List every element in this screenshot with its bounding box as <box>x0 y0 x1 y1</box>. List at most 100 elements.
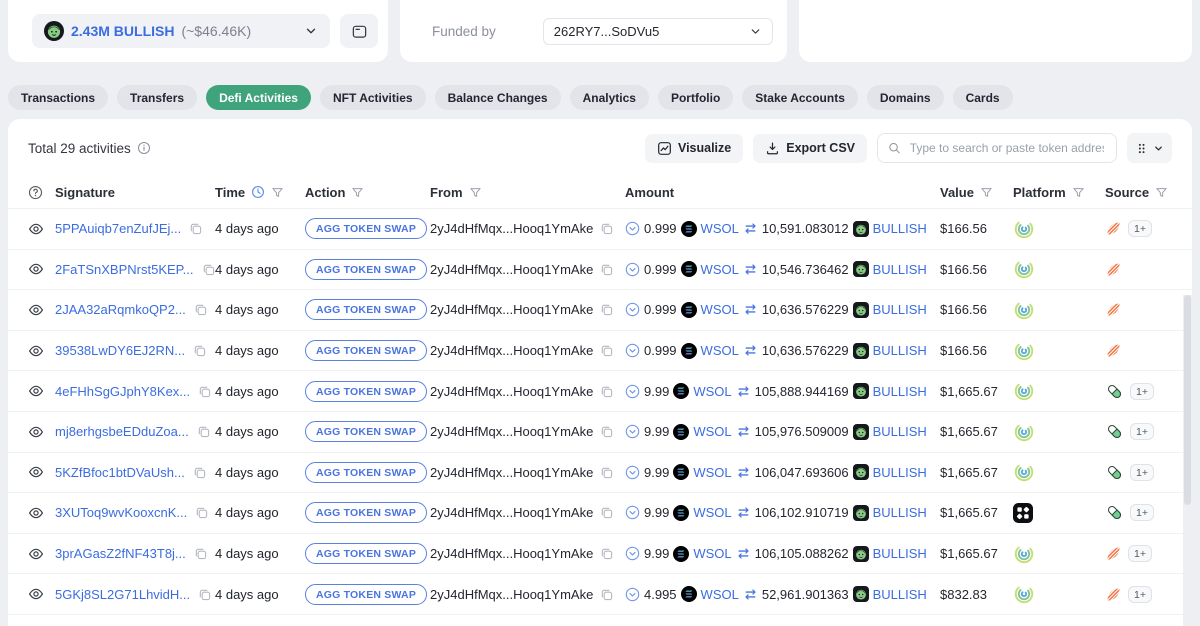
copy-from-button[interactable] <box>600 385 613 398</box>
signature-link[interactable]: 5PPAuiqb7enZufJEj... <box>55 221 181 236</box>
preview-eye-button[interactable] <box>28 302 44 318</box>
export-csv-button[interactable]: Export CSV <box>753 134 867 163</box>
expand-circle-icon[interactable] <box>625 262 640 277</box>
action-badge[interactable]: AGG TOKEN SWAP <box>305 584 427 605</box>
preview-eye-button[interactable] <box>28 221 44 237</box>
token-out-link[interactable]: BULLISH <box>873 546 927 561</box>
question-circle-icon[interactable] <box>28 185 43 200</box>
tab-balance-changes[interactable]: Balance Changes <box>435 85 561 110</box>
source-more-badge[interactable]: 1+ <box>1130 504 1154 521</box>
signature-link[interactable]: 2FaTSnXBPNrst5KEP... <box>55 262 194 277</box>
filter-icon[interactable] <box>271 186 284 199</box>
signature-link[interactable]: 5GKj8SL2G71LhvidH... <box>55 587 190 602</box>
token-in-link[interactable]: WSOL <box>693 505 731 520</box>
token-in-link[interactable]: WSOL <box>701 343 739 358</box>
platform-meteora-icon[interactable] <box>1013 218 1035 240</box>
platform-meteora-icon[interactable] <box>1013 258 1035 280</box>
copy-signature-button[interactable] <box>194 547 207 560</box>
table-scrollbar[interactable] <box>1183 295 1192 626</box>
copy-signature-button[interactable] <box>189 222 202 235</box>
platform-meteora-icon[interactable] <box>1013 421 1035 443</box>
token-in-link[interactable]: WSOL <box>693 424 731 439</box>
action-badge[interactable]: AGG TOKEN SWAP <box>305 259 427 280</box>
copy-signature-button[interactable] <box>193 344 206 357</box>
tab-stake-accounts[interactable]: Stake Accounts <box>742 85 858 110</box>
source-flame-icon[interactable] <box>1105 586 1122 603</box>
token-out-link[interactable]: BULLISH <box>873 221 927 236</box>
token-in-link[interactable]: WSOL <box>701 262 739 277</box>
action-badge[interactable]: AGG TOKEN SWAP <box>305 502 427 523</box>
action-badge[interactable]: AGG TOKEN SWAP <box>305 543 427 564</box>
source-more-badge[interactable]: 1+ <box>1128 545 1152 562</box>
copy-signature-button[interactable] <box>193 466 206 479</box>
signature-link[interactable]: 39538LwDY6EJ2RN... <box>55 343 185 358</box>
action-badge[interactable]: AGG TOKEN SWAP <box>305 299 427 320</box>
preview-eye-button[interactable] <box>28 464 44 480</box>
token-out-link[interactable]: BULLISH <box>873 384 927 399</box>
action-badge[interactable]: AGG TOKEN SWAP <box>305 218 427 239</box>
token-in-link[interactable]: WSOL <box>693 465 731 480</box>
preview-eye-button[interactable] <box>28 261 44 277</box>
source-more-badge[interactable]: 1+ <box>1128 220 1152 237</box>
filter-icon[interactable] <box>469 186 482 199</box>
token-in-link[interactable]: WSOL <box>701 587 739 602</box>
action-badge[interactable]: AGG TOKEN SWAP <box>305 421 427 442</box>
filter-icon[interactable] <box>1072 186 1085 199</box>
token-out-link[interactable]: BULLISH <box>873 302 927 317</box>
funded-by-dropdown[interactable]: 262RY7...SoDVu5 <box>543 18 773 45</box>
platform-meteora-icon[interactable] <box>1013 461 1035 483</box>
tab-transactions[interactable]: Transactions <box>8 85 108 110</box>
source-pill-icon[interactable] <box>1105 503 1124 522</box>
platform-meteora-icon[interactable] <box>1013 543 1035 565</box>
token-out-link[interactable]: BULLISH <box>873 262 927 277</box>
action-badge[interactable]: AGG TOKEN SWAP <box>305 340 427 361</box>
preview-eye-button[interactable] <box>28 383 44 399</box>
tab-transfers[interactable]: Transfers <box>117 85 197 110</box>
source-flame-icon[interactable] <box>1105 545 1122 562</box>
copy-from-button[interactable] <box>600 344 613 357</box>
expand-circle-icon[interactable] <box>625 587 640 602</box>
signature-link[interactable]: 2JAA32aRqmkoQP2... <box>55 302 186 317</box>
column-settings-button[interactable] <box>1127 133 1172 163</box>
copy-from-button[interactable] <box>600 466 613 479</box>
preview-eye-button[interactable] <box>28 505 44 521</box>
source-flame-icon[interactable] <box>1105 342 1122 359</box>
source-more-badge[interactable]: 1+ <box>1128 586 1152 603</box>
token-out-link[interactable]: BULLISH <box>873 424 927 439</box>
tab-domains[interactable]: Domains <box>867 85 944 110</box>
signature-link[interactable]: 3prAGasZ2fNF43T8j... <box>55 546 186 561</box>
expand-circle-icon[interactable] <box>625 302 640 317</box>
token-out-link[interactable]: BULLISH <box>873 343 927 358</box>
copy-signature-button[interactable] <box>198 385 211 398</box>
filter-icon[interactable] <box>351 186 364 199</box>
source-pill-icon[interactable] <box>1105 463 1124 482</box>
platform-meteora-icon[interactable] <box>1013 340 1035 362</box>
copy-signature-button[interactable] <box>194 303 207 316</box>
token-out-link[interactable]: BULLISH <box>873 465 927 480</box>
expand-circle-icon[interactable] <box>625 343 640 358</box>
copy-from-button[interactable] <box>600 303 613 316</box>
filter-icon[interactable] <box>980 186 993 199</box>
source-flame-icon[interactable] <box>1105 261 1122 278</box>
copy-signature-button[interactable] <box>195 506 208 519</box>
signature-link[interactable]: 4eFHhSgGJphY8Kex... <box>55 384 190 399</box>
action-badge[interactable]: AGG TOKEN SWAP <box>305 381 427 402</box>
action-badge[interactable]: AGG TOKEN SWAP <box>305 462 427 483</box>
signature-link[interactable]: 5KZfBfoc1btDVaUsh... <box>55 465 185 480</box>
platform-meteora-icon[interactable] <box>1013 380 1035 402</box>
expand-circle-icon[interactable] <box>625 465 640 480</box>
scrollbar-thumb[interactable] <box>1184 295 1191 505</box>
clock-icon[interactable] <box>251 185 265 199</box>
token-in-link[interactable]: WSOL <box>693 384 731 399</box>
source-flame-icon[interactable] <box>1105 220 1122 237</box>
preview-eye-button[interactable] <box>28 343 44 359</box>
copy-signature-button[interactable] <box>198 588 211 601</box>
preview-eye-button[interactable] <box>28 546 44 562</box>
source-more-badge[interactable]: 1+ <box>1130 423 1154 440</box>
visualize-button[interactable]: Visualize <box>645 134 743 163</box>
source-flame-icon[interactable] <box>1105 301 1122 318</box>
platform-meteora-icon[interactable] <box>1013 583 1035 605</box>
tab-nft-activities[interactable]: NFT Activities <box>320 85 426 110</box>
source-more-badge[interactable]: 1+ <box>1130 383 1154 400</box>
signature-link[interactable]: mj8erhgsbeEDduZoa... <box>55 424 189 439</box>
